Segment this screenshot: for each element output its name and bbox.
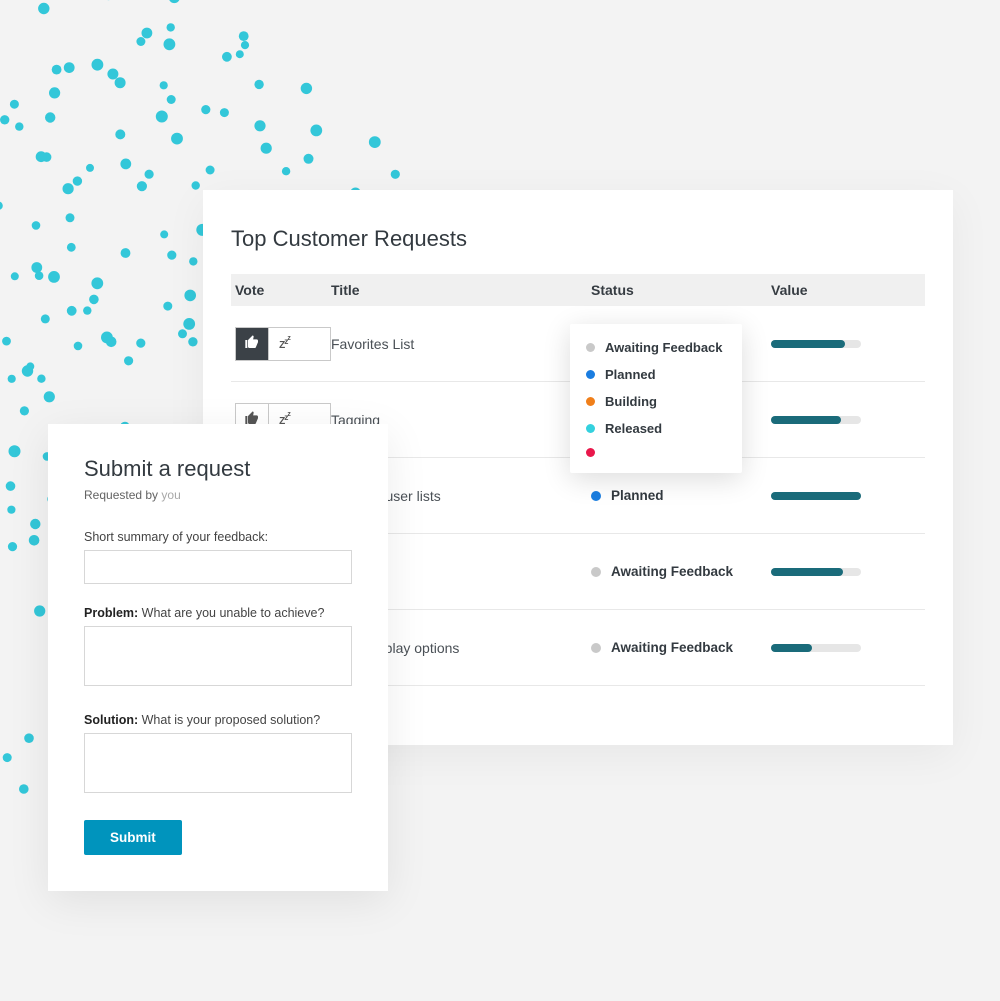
solution-label-bold: Solution:	[84, 713, 138, 727]
thumbs-up-icon	[244, 334, 260, 353]
snooze-icon: Zzz	[279, 335, 290, 351]
submit-request-card: Submit a request Requested by you Short …	[48, 424, 388, 891]
row-value	[771, 340, 921, 348]
requests-title: Top Customer Requests	[231, 226, 925, 252]
status-option[interactable]: Released	[570, 415, 742, 442]
status-dot-icon	[591, 643, 601, 653]
value-bar	[771, 340, 861, 348]
status-text: Planned	[611, 488, 664, 503]
problem-label-bold: Problem:	[84, 606, 138, 620]
row-status[interactable]: Awaiting Feedback	[591, 564, 771, 579]
status-dot-icon	[586, 424, 595, 433]
form-title: Submit a request	[84, 456, 352, 482]
status-option[interactable]: Awaiting Feedback	[570, 334, 742, 361]
status-option-label: Building	[605, 394, 657, 409]
status-option[interactable]: Building	[570, 388, 742, 415]
status-option[interactable]	[570, 442, 742, 463]
row-value	[771, 644, 921, 652]
status-dot-icon	[591, 491, 601, 501]
value-bar	[771, 416, 861, 424]
value-bar	[771, 568, 861, 576]
problem-label-rest: What are you unable to achieve?	[138, 606, 324, 620]
col-header-status: Status	[591, 282, 771, 298]
status-option-label: Awaiting Feedback	[605, 340, 723, 355]
value-bar	[771, 492, 861, 500]
col-header-vote: Vote	[231, 282, 331, 298]
value-fill	[771, 340, 845, 348]
requested-by: Requested by you	[84, 488, 352, 502]
requested-by-user: you	[161, 488, 180, 502]
row-value	[771, 416, 921, 424]
row-value	[771, 492, 921, 500]
col-header-value: Value	[771, 282, 921, 298]
vote-buttons: Zzz	[235, 327, 331, 361]
row-status[interactable]: Planned	[591, 488, 771, 503]
col-header-title: Title	[331, 282, 591, 298]
status-option-label: Planned	[605, 367, 656, 382]
requested-by-prefix: Requested by	[84, 488, 161, 502]
summary-label: Short summary of your feedback:	[84, 530, 352, 544]
value-fill	[771, 644, 812, 652]
status-dot-icon	[591, 567, 601, 577]
value-fill	[771, 492, 861, 500]
solution-input[interactable]	[84, 733, 352, 793]
row-title[interactable]: Favorites List	[331, 336, 591, 352]
status-dot-icon	[586, 370, 595, 379]
solution-label: Solution: What is your proposed solution…	[84, 713, 352, 727]
status-text: Awaiting Feedback	[611, 564, 733, 579]
value-bar	[771, 644, 861, 652]
status-popover: Awaiting Feedback Planned Building Released	[570, 324, 742, 473]
status-dot-icon	[586, 343, 595, 352]
summary-input[interactable]	[84, 550, 352, 584]
row-value	[771, 568, 921, 576]
row-status[interactable]: Awaiting Feedback	[591, 640, 771, 655]
problem-label: Problem: What are you unable to achieve?	[84, 606, 352, 620]
vote-snooze-button[interactable]: Zzz	[268, 328, 300, 360]
status-dot-icon	[586, 448, 595, 457]
submit-button[interactable]: Submit	[84, 820, 182, 855]
status-option-label: Released	[605, 421, 662, 436]
status-option[interactable]: Planned	[570, 361, 742, 388]
status-dot-icon	[586, 397, 595, 406]
table-header: Vote Title Status Value	[231, 274, 925, 306]
value-fill	[771, 568, 843, 576]
solution-label-rest: What is your proposed solution?	[138, 713, 320, 727]
problem-input[interactable]	[84, 626, 352, 686]
value-fill	[771, 416, 841, 424]
vote-up-button[interactable]	[236, 328, 268, 360]
status-text: Awaiting Feedback	[611, 640, 733, 655]
